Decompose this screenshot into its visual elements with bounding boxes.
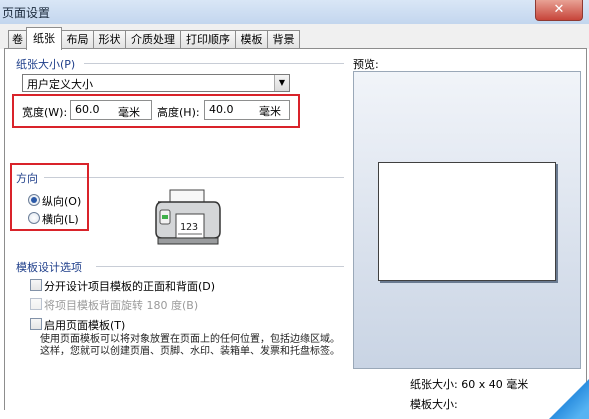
window-title: 页面设置 (2, 6, 51, 20)
paper-size-group-title: 纸张大小(P) (16, 58, 76, 71)
corner-decoration (539, 379, 589, 419)
tab-background[interactable]: 背景 (267, 30, 300, 49)
preview-label: 预览: (353, 58, 379, 71)
highlight-box-orientation (10, 163, 89, 231)
tab-volume[interactable]: 卷 (8, 30, 27, 49)
enable-page-template-label[interactable]: 启用页面模板(T) (44, 317, 125, 333)
paper-size-readout: 纸张大小: 60 x 40 毫米 (410, 378, 529, 391)
printer-icon: 123 (155, 189, 221, 245)
title-bar: 页面设置 ✕ (0, 0, 589, 25)
divider (84, 63, 344, 64)
template-size-readout: 模板大小: (410, 398, 458, 411)
tab-print-order[interactable]: 打印顺序 (180, 30, 236, 49)
tab-media-handling[interactable]: 介质处理 (125, 30, 181, 49)
close-icon: ✕ (553, 2, 565, 17)
paper-preview (378, 162, 556, 281)
svg-text:123: 123 (180, 222, 198, 233)
template-description: 使用页面模板可以将对象放置在页面上的任何位置，包括边缘区域。这样，您就可以创建页… (40, 334, 340, 357)
rotate-back-checkbox[interactable] (30, 298, 42, 310)
highlight-box-size (12, 94, 300, 128)
close-button[interactable]: ✕ (535, 0, 583, 21)
tab-template[interactable]: 模板 (235, 30, 268, 49)
divider (44, 177, 344, 178)
enable-page-template-checkbox[interactable] (30, 318, 42, 330)
divider (96, 266, 344, 267)
tab-layout[interactable]: 布局 (61, 30, 94, 49)
tab-strip: 卷 纸张 布局 形状 介质处理 打印顺序 模板 背景 (0, 24, 589, 50)
paper-size-select[interactable]: 用户定义大小 ▼ (22, 74, 290, 92)
rotate-back-label: 将项目模板背面旋转 180 度(B) (44, 299, 199, 312)
paper-size-value: 用户定义大小 (27, 78, 93, 91)
tab-paper[interactable]: 纸张 (26, 27, 62, 50)
separate-front-back-checkbox[interactable] (30, 279, 42, 291)
template-options-group-title: 模板设计选项 (16, 261, 82, 274)
separate-front-back-label[interactable]: 分开设计项目模板的正面和背面(D) (44, 278, 215, 294)
chevron-down-icon[interactable]: ▼ (274, 75, 289, 91)
tab-shape[interactable]: 形状 (93, 30, 126, 49)
